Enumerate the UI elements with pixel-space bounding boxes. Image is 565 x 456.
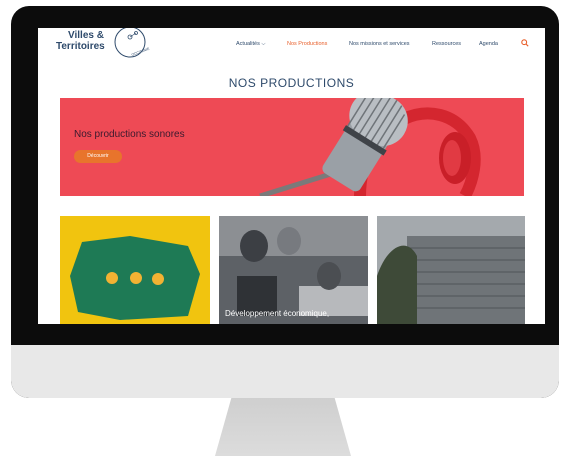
website-screen: Villes & Territoires OCCITANIE Actualité… <box>38 28 545 324</box>
monitor-stand <box>215 398 351 456</box>
card-2-image <box>219 216 368 324</box>
microphone-icon <box>259 98 481 196</box>
nav-ressources[interactable]: Ressources <box>432 41 461 47</box>
page-title: NOS PRODUCTIONS <box>228 76 355 90</box>
logo-tag: OCCITANIE <box>131 47 151 57</box>
discover-button[interactable]: Découvrir <box>74 150 122 163</box>
search-icon[interactable] <box>521 39 529 47</box>
logo-line2: Territoires <box>56 41 105 52</box>
card-3[interactable] <box>377 216 525 324</box>
sound-productions-banner[interactable]: Nos productions sonores Découvrir <box>60 98 524 196</box>
card-1-image <box>70 236 200 320</box>
card-3-image <box>377 216 525 324</box>
site-logo[interactable]: Villes & Territoires OCCITANIE <box>56 28 151 64</box>
logo-circle-icon: OCCITANIE <box>114 28 151 58</box>
logo-line1: Villes & <box>68 30 104 41</box>
banner-title: Nos productions sonores <box>74 129 185 140</box>
nav-missions-services[interactable]: Nos missions et services <box>349 41 410 47</box>
nav-agenda[interactable]: Agenda <box>479 41 498 47</box>
monitor-chin <box>11 345 559 398</box>
nav-nos-productions[interactable]: Nos Productions <box>287 41 327 47</box>
card-2[interactable]: Développement économique, <box>219 216 368 324</box>
nav-actualites[interactable]: Actualités ⌵ <box>236 41 266 48</box>
card-1[interactable] <box>60 216 210 324</box>
card-2-caption: Développement économique, <box>225 309 330 318</box>
